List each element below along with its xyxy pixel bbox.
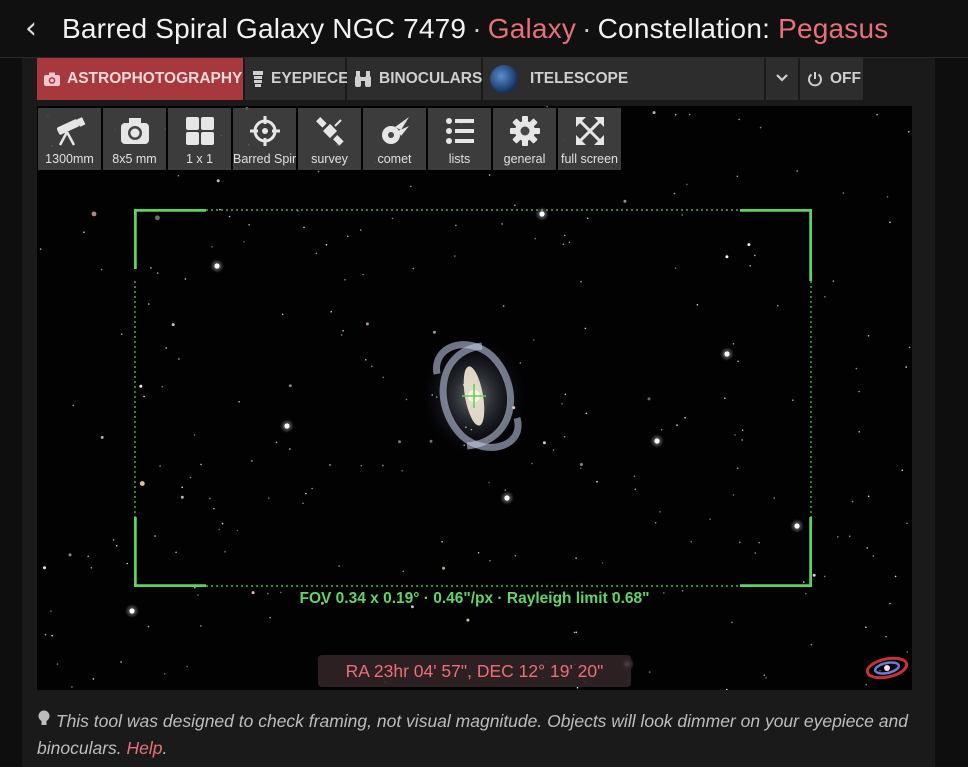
telescope-icon (56, 117, 85, 146)
coordinates-readout: RA 23hr 04' 57", DEC 12° 19' 20" (318, 655, 631, 687)
tab-label: ASTROPHOTOGRAPHY (67, 70, 243, 87)
help-link[interactable]: Help (127, 738, 163, 758)
title-bar: ‹ Barred Spiral Galaxy NGC 7479 · Galaxy · C… (0, 0, 968, 58)
back-button[interactable]: ‹ (0, 0, 62, 58)
chevron-down-icon (775, 70, 789, 88)
target-button[interactable]: Barred Spir (233, 108, 296, 170)
eyepiece-icon (252, 71, 264, 87)
fov-frame (134, 209, 812, 587)
grid-icon (185, 117, 214, 145)
list-icon (445, 118, 474, 144)
off-button[interactable]: OFF (800, 58, 863, 100)
tab-astrophotography[interactable]: ASTROPHOTOGRAPHY (37, 58, 243, 100)
object-name: Barred Spiral Galaxy NGC 7479 (62, 12, 467, 44)
tab-label: OFF (830, 70, 861, 87)
chevron-left-icon: ‹ (25, 11, 37, 46)
note-text: This tool was designed to check framing,… (37, 711, 908, 758)
lists-button[interactable]: lists (428, 108, 491, 170)
tool-label: 1 x 1 (185, 152, 214, 166)
viewer-toolbar: 1300mm 8x5 mm 1 x 1 Barred Spir survey c… (38, 108, 621, 170)
tool-label: comet (377, 152, 412, 166)
comet-button[interactable]: comet (363, 108, 426, 170)
title-separator: · (472, 12, 482, 44)
tab-label: BINOCULARS (379, 70, 483, 87)
mosaic-button[interactable]: 1 x 1 (168, 108, 231, 170)
sky-viewer[interactable]: 1300mm 8x5 mm 1 x 1 Barred Spir survey c… (37, 106, 912, 690)
constellation-link[interactable]: Pegasus (778, 13, 888, 44)
itelescope-avatar (490, 65, 518, 93)
power-icon (807, 71, 823, 87)
galaxy-logo-icon[interactable] (865, 652, 909, 684)
tab-label: ITELESCOPE (530, 70, 629, 87)
tool-label: Barred Spir (233, 152, 296, 166)
tab-itelescope[interactable]: ITELESCOPE (483, 58, 764, 100)
satellite-icon (315, 117, 344, 146)
comet-icon (381, 117, 409, 144)
camera-icon (120, 118, 149, 144)
tab-binoculars[interactable]: BINOCULARS (347, 58, 483, 100)
tool-label: general (503, 152, 546, 166)
camera-icon (44, 72, 60, 86)
fullscreen-icon (575, 117, 604, 145)
fov-readout: FOV 0.34 x 0.19° · 0.46"/px · Rayleigh l… (299, 590, 650, 607)
lightbulb-icon (37, 710, 56, 731)
settings-button[interactable]: general (493, 108, 556, 170)
fullscreen-button[interactable]: full screen (558, 108, 621, 170)
crosshair-icon (249, 116, 280, 146)
tab-eyepiece[interactable]: EYEPIECE (245, 58, 349, 100)
tool-label: survey (311, 152, 348, 166)
constellation-label: Constellation: (597, 12, 771, 44)
survey-button[interactable]: survey (298, 108, 361, 170)
mode-tabs: ASTROPHOTOGRAPHY EYEPIECE BINOCULARS ITE… (37, 58, 863, 100)
tool-label: 8x5 mm (112, 152, 157, 166)
title-separator: · (582, 12, 592, 44)
tool-label: lists (448, 152, 471, 166)
tool-label: 1300mm (45, 152, 94, 166)
tab-label: EYEPIECE (271, 70, 349, 87)
tool-label: full screen (561, 152, 618, 166)
framing-note: This tool was designed to check framing,… (37, 710, 908, 758)
page-title: Barred Spiral Galaxy NGC 7479 · Galaxy · Con… (62, 13, 888, 45)
camera-button[interactable]: 8x5 mm (103, 108, 166, 170)
gear-icon (509, 116, 540, 146)
binoculars-icon (354, 71, 372, 87)
telescope-button[interactable]: 1300mm (38, 108, 101, 170)
object-type-link[interactable]: Galaxy (488, 13, 576, 44)
tab-dropdown-button[interactable] (766, 58, 798, 100)
